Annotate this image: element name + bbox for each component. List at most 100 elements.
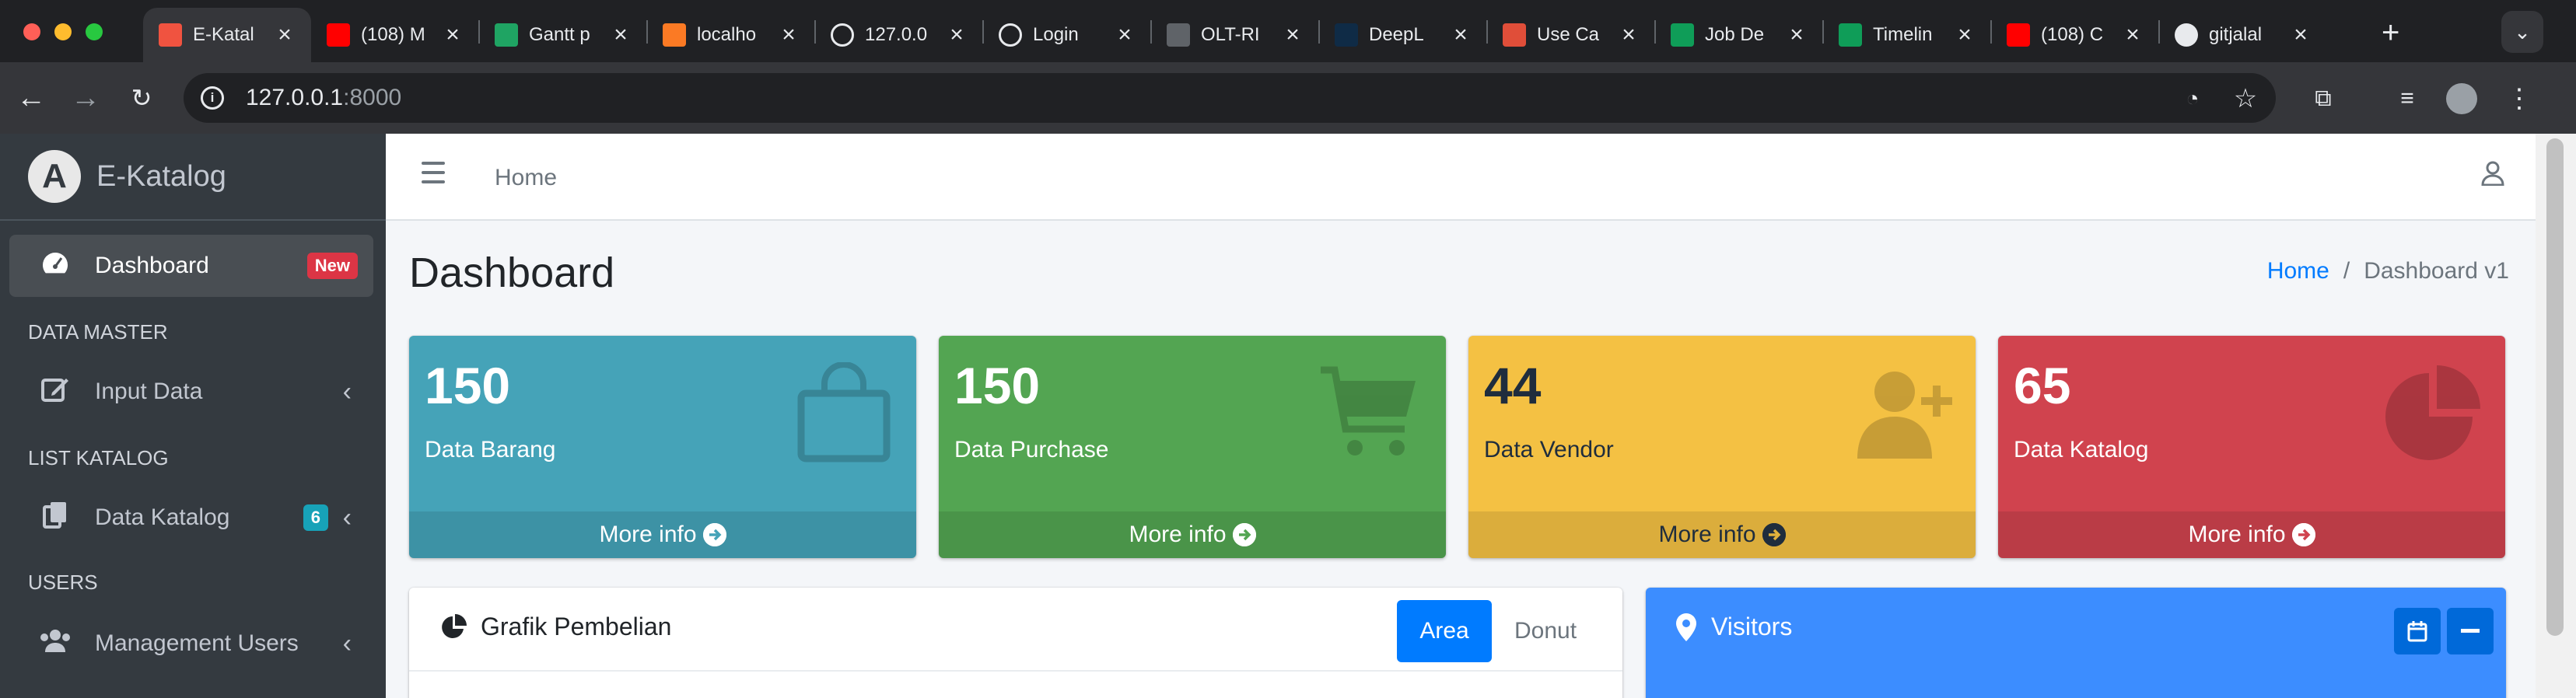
close-tab-icon[interactable]: × <box>1114 22 1136 48</box>
site-info-icon[interactable]: i <box>201 86 224 110</box>
close-tab-icon[interactable]: × <box>1618 22 1640 48</box>
new-badge: New <box>306 253 358 279</box>
tab-separator <box>1486 20 1488 44</box>
google-sheets-icon <box>1839 23 1862 47</box>
sidebar-item-input-data[interactable]: Input Data ‹ <box>9 361 373 423</box>
browser-tab[interactable]: Timelin × <box>1823 8 1991 62</box>
info-box-label: Data Vendor <box>1484 437 1614 462</box>
brand-link[interactable]: A E-Katalog <box>0 134 386 221</box>
card-header: Grafik Pembelian Area Donut <box>409 588 1622 672</box>
browser-tab[interactable]: Gantt p × <box>479 8 647 62</box>
tab-title: Timelin <box>1873 24 1933 45</box>
brand-text: E-Katalog <box>96 159 226 193</box>
page-title: Dashboard <box>409 250 615 296</box>
close-tab-icon[interactable]: × <box>2122 22 2144 48</box>
browser-toolbar: ← → ↻ i 127.0.0.1:8000 ◔ ☆ ⧉ ≡ ⋮ <box>0 62 2576 134</box>
close-window-button[interactable] <box>23 23 40 40</box>
more-info-link[interactable]: More info <box>939 511 1446 558</box>
close-tab-icon[interactable]: × <box>1954 22 1976 48</box>
scrollbar-thumb[interactable] <box>2546 138 2564 636</box>
bookmark-star-icon[interactable]: ☆ <box>2226 79 2265 118</box>
arrow-circle-right-icon <box>1232 523 1256 546</box>
info-box-value: 150 <box>954 357 1041 414</box>
sidebar-item-label: Dashboard <box>95 253 209 278</box>
browser-tab[interactable]: gitjalal × <box>2159 8 2327 62</box>
tab-separator <box>1318 20 1320 44</box>
more-info-link[interactable]: More info <box>1468 511 1976 558</box>
close-tab-icon[interactable]: × <box>946 22 968 48</box>
extensions-icon[interactable]: ⧉ <box>2304 79 2343 118</box>
breadcrumb-home-link[interactable]: Home <box>2267 258 2329 284</box>
tab-donut[interactable]: Donut <box>1500 600 1591 662</box>
close-tab-icon[interactable]: × <box>610 22 632 48</box>
browser-tab[interactable]: (108) C × <box>1991 8 2159 62</box>
arrow-left-icon: ← <box>16 81 46 114</box>
reload-button[interactable]: ↻ <box>120 76 163 120</box>
tab-title: (108) M <box>361 24 425 45</box>
back-button[interactable]: ← <box>9 76 53 120</box>
more-info-link[interactable]: More info <box>409 511 916 558</box>
breadcrumb: Home / Dashboard v1 <box>2267 258 2509 284</box>
address-bar[interactable]: i 127.0.0.1:8000 <box>184 73 2276 123</box>
tab-separator <box>1822 20 1824 44</box>
info-box-data-purchase: 150 Data Purchase More info <box>939 336 1446 558</box>
browser-tab[interactable]: OLT-RI × <box>1151 8 1319 62</box>
tab-title: gitjalal <box>2209 24 2263 45</box>
google-drive-icon <box>495 23 518 47</box>
tab-search-button[interactable]: ⌄ <box>2501 11 2543 53</box>
maximize-window-button[interactable] <box>86 23 103 40</box>
browser-tab[interactable]: DeepL × <box>1319 8 1487 62</box>
close-tab-icon[interactable]: × <box>1450 22 1472 48</box>
arrow-circle-right-icon <box>2291 523 2315 546</box>
browser-tab[interactable]: localho × <box>647 8 815 62</box>
sidebar-item-data-katalog[interactable]: Data Katalog 6 ‹ <box>9 487 373 549</box>
browser-menu-icon[interactable]: ⋮ <box>2500 79 2539 118</box>
address-url[interactable]: 127.0.0.1:8000 <box>246 85 401 111</box>
performance-icon[interactable]: ◔ <box>2173 79 2212 118</box>
user-icon[interactable] <box>2481 160 2504 193</box>
more-info-link[interactable]: More info <box>1998 511 2505 558</box>
close-tab-icon[interactable]: × <box>1786 22 1808 48</box>
deepl-icon <box>1335 23 1358 47</box>
minimize-window-button[interactable] <box>54 23 72 40</box>
arrow-right-icon: → <box>71 81 100 114</box>
browser-tab[interactable]: Job De × <box>1655 8 1823 62</box>
new-tab-button[interactable]: + <box>2382 16 2399 51</box>
shopping-cart-icon <box>1321 366 1416 455</box>
close-tab-icon[interactable]: × <box>442 22 464 48</box>
info-box-label: Data Katalog <box>2014 437 2149 462</box>
menu-toggle-icon[interactable] <box>422 162 445 183</box>
arrow-circle-right-icon <box>1762 523 1786 546</box>
globe-icon <box>831 23 854 47</box>
date-range-button[interactable] <box>2394 608 2441 654</box>
collapse-button[interactable] <box>2447 608 2494 654</box>
forward-button[interactable]: → <box>64 76 107 120</box>
tab-title: Job De <box>1705 24 1765 45</box>
tab-separator <box>1150 20 1152 44</box>
page-scrollbar[interactable] <box>2536 134 2576 698</box>
close-tab-icon[interactable]: × <box>274 22 296 48</box>
close-tab-icon[interactable]: × <box>1282 22 1304 48</box>
tab-separator <box>1990 20 1992 44</box>
users-icon <box>37 629 73 659</box>
tab-separator <box>814 20 816 44</box>
browser-tab[interactable]: 127.0.0 × <box>815 8 983 62</box>
chevron-left-icon: ‹ <box>342 628 352 658</box>
nav-header-list-katalog: LIST KATALOG <box>28 446 169 469</box>
globe-icon <box>999 23 1022 47</box>
sidebar: A E-Katalog Dashboard New DATA MASTER In… <box>0 134 386 698</box>
close-tab-icon[interactable]: × <box>778 22 800 48</box>
browser-tab[interactable]: (108) M × <box>311 8 479 62</box>
tab-area[interactable]: Area <box>1397 600 1492 662</box>
browser-tab[interactable]: Login × <box>983 8 1151 62</box>
sidebar-item-dashboard[interactable]: Dashboard New <box>9 235 373 297</box>
close-tab-icon[interactable]: × <box>2290 22 2312 48</box>
profile-avatar[interactable] <box>2442 79 2481 118</box>
browser-tab[interactable]: E-Katal × <box>143 8 311 62</box>
nav-home-link[interactable]: Home <box>495 165 557 191</box>
media-control-icon[interactable]: ≡ <box>2388 79 2427 118</box>
browser-tab[interactable]: Use Ca × <box>1487 8 1655 62</box>
card-title: Visitors <box>1675 612 1792 641</box>
arrow-circle-right-icon <box>702 523 726 546</box>
sidebar-item-management-users[interactable]: Management Users ‹ <box>9 612 373 675</box>
